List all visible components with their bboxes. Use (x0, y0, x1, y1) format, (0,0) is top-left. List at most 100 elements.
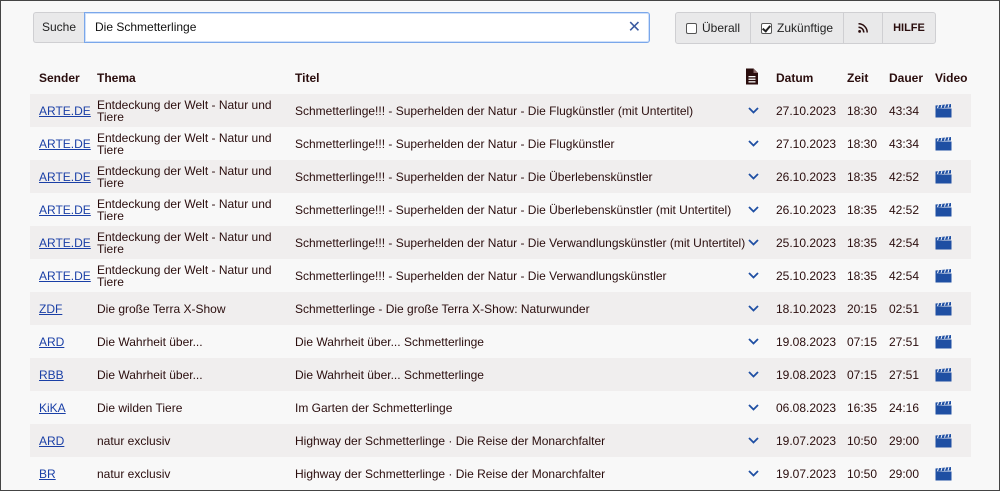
table-row: ARTE.DE Entdeckung der Welt - Natur und … (30, 193, 971, 226)
video-button[interactable] (935, 259, 952, 292)
titel-cell: Schmetterlinge!!! - Superhelden der Natu… (295, 193, 731, 226)
sender-link[interactable]: ARTE.DE (39, 137, 91, 151)
titel-text: Die Wahrheit über... Schmetterlinge (295, 367, 484, 382)
video-button[interactable] (935, 226, 952, 259)
video-button[interactable] (935, 292, 952, 325)
expand-button[interactable] (746, 391, 760, 424)
video-clapper-icon (935, 334, 952, 348)
video-button[interactable] (935, 94, 952, 127)
dauer-text: 42:54 (889, 235, 920, 250)
zeit-text: 10:50 (847, 433, 878, 448)
everywhere-label: Überall (702, 21, 741, 35)
expand-button[interactable] (746, 457, 760, 490)
thema-text: Entdeckung der Welt - Natur und Tiere (97, 262, 272, 289)
video-clapper-icon (935, 400, 952, 414)
header-datum[interactable]: Datum (776, 68, 813, 88)
dauer-cell: 43:34 (889, 127, 919, 160)
titel-text: Schmetterlinge!!! - Superhelden der Natu… (295, 202, 732, 217)
datum-text: 06.08.2023 (776, 400, 837, 415)
titel-text: Schmetterlinge!!! - Superhelden der Natu… (295, 268, 667, 283)
future-checkbox[interactable] (761, 22, 773, 34)
header-sender[interactable]: Sender (39, 68, 80, 88)
thema-cell: natur exclusiv (97, 457, 277, 490)
help-button[interactable]: HILFE (883, 13, 935, 43)
video-button[interactable] (935, 127, 952, 160)
sender-link[interactable]: ZDF (39, 302, 62, 316)
expand-button[interactable] (746, 358, 760, 391)
datum-text: 19.08.2023 (776, 367, 837, 382)
thema-text: natur exclusiv (97, 433, 171, 448)
video-button[interactable] (935, 325, 952, 358)
sender-link[interactable]: BR (39, 467, 56, 481)
sender-link[interactable]: ARTE.DE (39, 236, 91, 250)
header-titel[interactable]: Titel (295, 68, 319, 88)
titel-cell: Schmetterlinge - Die große Terra X-Show:… (295, 292, 590, 325)
expand-button[interactable] (746, 94, 760, 127)
dauer-text: 29:00 (889, 433, 920, 448)
sender-link[interactable]: ARD (39, 434, 64, 448)
chevron-down-icon (747, 140, 759, 147)
zeit-cell: 07:15 (847, 325, 877, 358)
everywhere-checkbox[interactable] (686, 22, 697, 34)
titel-cell: Im Garten der Schmetterlinge (295, 391, 452, 424)
video-button[interactable] (935, 457, 952, 490)
header-zeit[interactable]: Zeit (847, 68, 868, 88)
titel-text: Im Garten der Schmetterlinge (295, 400, 453, 415)
chevron-down-icon (747, 371, 759, 378)
thema-cell: Die große Terra X-Show (97, 292, 277, 325)
video-button[interactable] (935, 358, 952, 391)
thema-text: Entdeckung der Welt - Natur und Tiere (97, 229, 272, 256)
datum-cell: 25.10.2023 (776, 226, 836, 259)
sender-link[interactable]: ARTE.DE (39, 170, 91, 184)
expand-button[interactable] (746, 424, 760, 457)
dauer-cell: 27:51 (889, 358, 919, 391)
video-button[interactable] (935, 391, 952, 424)
zeit-text: 18:35 (847, 268, 878, 283)
datum-text: 19.07.2023 (776, 466, 837, 481)
video-button[interactable] (935, 193, 952, 226)
video-clapper-icon (935, 136, 952, 150)
datum-text: 27.10.2023 (776, 136, 837, 151)
thema-cell: Entdeckung der Welt - Natur und Tiere (97, 160, 277, 193)
video-clapper-icon (935, 103, 952, 117)
expand-button[interactable] (746, 160, 760, 193)
expand-button[interactable] (746, 292, 760, 325)
expand-button[interactable] (746, 259, 760, 292)
datum-cell: 26.10.2023 (776, 193, 836, 226)
search-input-value[interactable]: Die Schmetterlinge (95, 13, 196, 42)
thema-text: Entdeckung der Welt - Natur und Tiere (97, 97, 272, 124)
zeit-text: 18:30 (847, 136, 878, 151)
thema-text: Die wilden Tiere (97, 400, 183, 415)
search-input[interactable]: Die Schmetterlinge ✕ (84, 12, 650, 43)
clear-icon[interactable]: ✕ (628, 13, 641, 42)
datum-cell: 06.08.2023 (776, 391, 836, 424)
dauer-cell: 02:51 (889, 292, 919, 325)
header-dauer[interactable]: Dauer (889, 68, 923, 88)
sender-link[interactable]: RBB (39, 368, 64, 382)
zeit-cell: 16:35 (847, 391, 877, 424)
thema-text: Die große Terra X-Show (97, 301, 226, 316)
expand-button[interactable] (746, 325, 760, 358)
header-thema[interactable]: Thema (97, 68, 136, 88)
sender-link[interactable]: ARTE.DE (39, 269, 91, 283)
sender-link[interactable]: ARD (39, 335, 64, 349)
video-button[interactable] (935, 160, 952, 193)
datum-text: 27.10.2023 (776, 103, 837, 118)
titel-text: Highway der Schmetterlinge · Die Reise d… (295, 433, 606, 448)
sender-link[interactable]: ARTE.DE (39, 104, 91, 118)
expand-button[interactable] (746, 226, 760, 259)
future-label: Zukünftige (777, 21, 834, 35)
table-row: ARTE.DE Entdeckung der Welt - Natur und … (30, 160, 971, 193)
sender-link[interactable]: ARTE.DE (39, 203, 91, 217)
sender-link[interactable]: KiKA (39, 401, 66, 415)
dauer-cell: 43:34 (889, 94, 919, 127)
datum-cell: 19.07.2023 (776, 457, 836, 490)
rss-button[interactable] (844, 13, 884, 43)
expand-button[interactable] (746, 193, 760, 226)
everywhere-toggle[interactable]: Überall (676, 13, 752, 43)
video-button[interactable] (935, 424, 952, 457)
future-toggle[interactable]: Zukünftige (751, 13, 845, 43)
chevron-down-icon (747, 437, 759, 444)
expand-button[interactable] (746, 127, 760, 160)
table-row: KiKA Die wilden Tiere Im Garten der Schm… (30, 391, 971, 424)
